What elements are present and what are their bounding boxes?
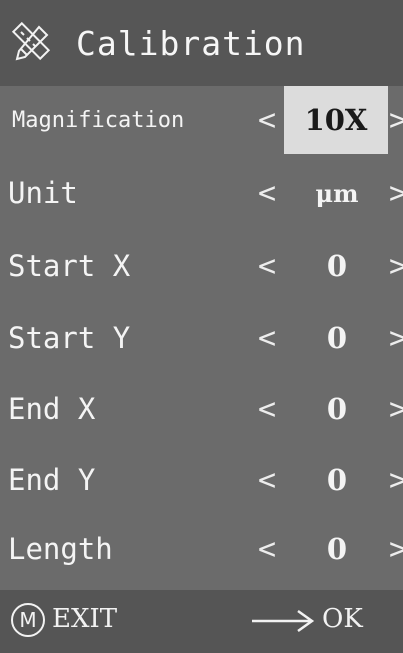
row-magnification[interactable]: Magnification < 10X >: [0, 86, 403, 154]
length-value[interactable]: 0: [287, 532, 387, 566]
row-label: End Y: [8, 463, 96, 497]
row-label: Start X: [8, 249, 131, 283]
page-title: Calibration: [76, 23, 306, 63]
row-label: Unit: [8, 176, 78, 210]
increase-arrow-button[interactable]: >: [389, 321, 403, 356]
ok-label[interactable]: OK: [322, 604, 363, 634]
row-label: Length: [8, 532, 113, 566]
decrease-arrow-button[interactable]: <: [258, 532, 276, 567]
row-label: End X: [8, 392, 96, 426]
svg-text:M: M: [19, 608, 36, 632]
increase-arrow-button[interactable]: >: [389, 103, 403, 138]
end-y-value[interactable]: 0: [287, 463, 387, 497]
increase-arrow-button[interactable]: >: [389, 463, 403, 498]
row-label: Start Y: [8, 321, 131, 355]
magnification-value[interactable]: 10X: [284, 86, 388, 154]
row-end-x[interactable]: End X < 0 >: [0, 375, 403, 443]
row-length[interactable]: Length < 0 >: [0, 515, 403, 583]
row-label: Magnification: [12, 107, 185, 133]
m-circle-icon[interactable]: M: [10, 602, 46, 638]
unit-value[interactable]: μm: [287, 179, 387, 208]
start-x-value[interactable]: 0: [287, 249, 387, 283]
increase-arrow-button[interactable]: >: [389, 532, 403, 567]
header-bar: Calibration: [0, 0, 403, 86]
row-start-y[interactable]: Start Y < 0 >: [0, 304, 403, 372]
decrease-arrow-button[interactable]: <: [258, 463, 276, 498]
increase-arrow-button[interactable]: >: [389, 249, 403, 284]
decrease-arrow-button[interactable]: <: [258, 103, 276, 138]
decrease-arrow-button[interactable]: <: [258, 321, 276, 356]
increase-arrow-button[interactable]: >: [389, 176, 403, 211]
row-unit[interactable]: Unit < μm >: [0, 159, 403, 227]
right-arrow-icon: [250, 608, 316, 634]
row-start-x[interactable]: Start X < 0 >: [0, 232, 403, 300]
start-y-value[interactable]: 0: [287, 321, 387, 355]
decrease-arrow-button[interactable]: <: [258, 392, 276, 427]
end-x-value[interactable]: 0: [287, 392, 387, 426]
pencil-ruler-icon: [8, 20, 54, 66]
decrease-arrow-button[interactable]: <: [258, 176, 276, 211]
row-end-y[interactable]: End Y < 0 >: [0, 446, 403, 514]
footer-bar: M EXIT OK: [0, 590, 403, 653]
increase-arrow-button[interactable]: >: [389, 392, 403, 427]
calibration-panel: Calibration Magnification < 10X > Unit <…: [0, 0, 403, 653]
decrease-arrow-button[interactable]: <: [258, 249, 276, 284]
exit-label[interactable]: EXIT: [52, 604, 117, 634]
